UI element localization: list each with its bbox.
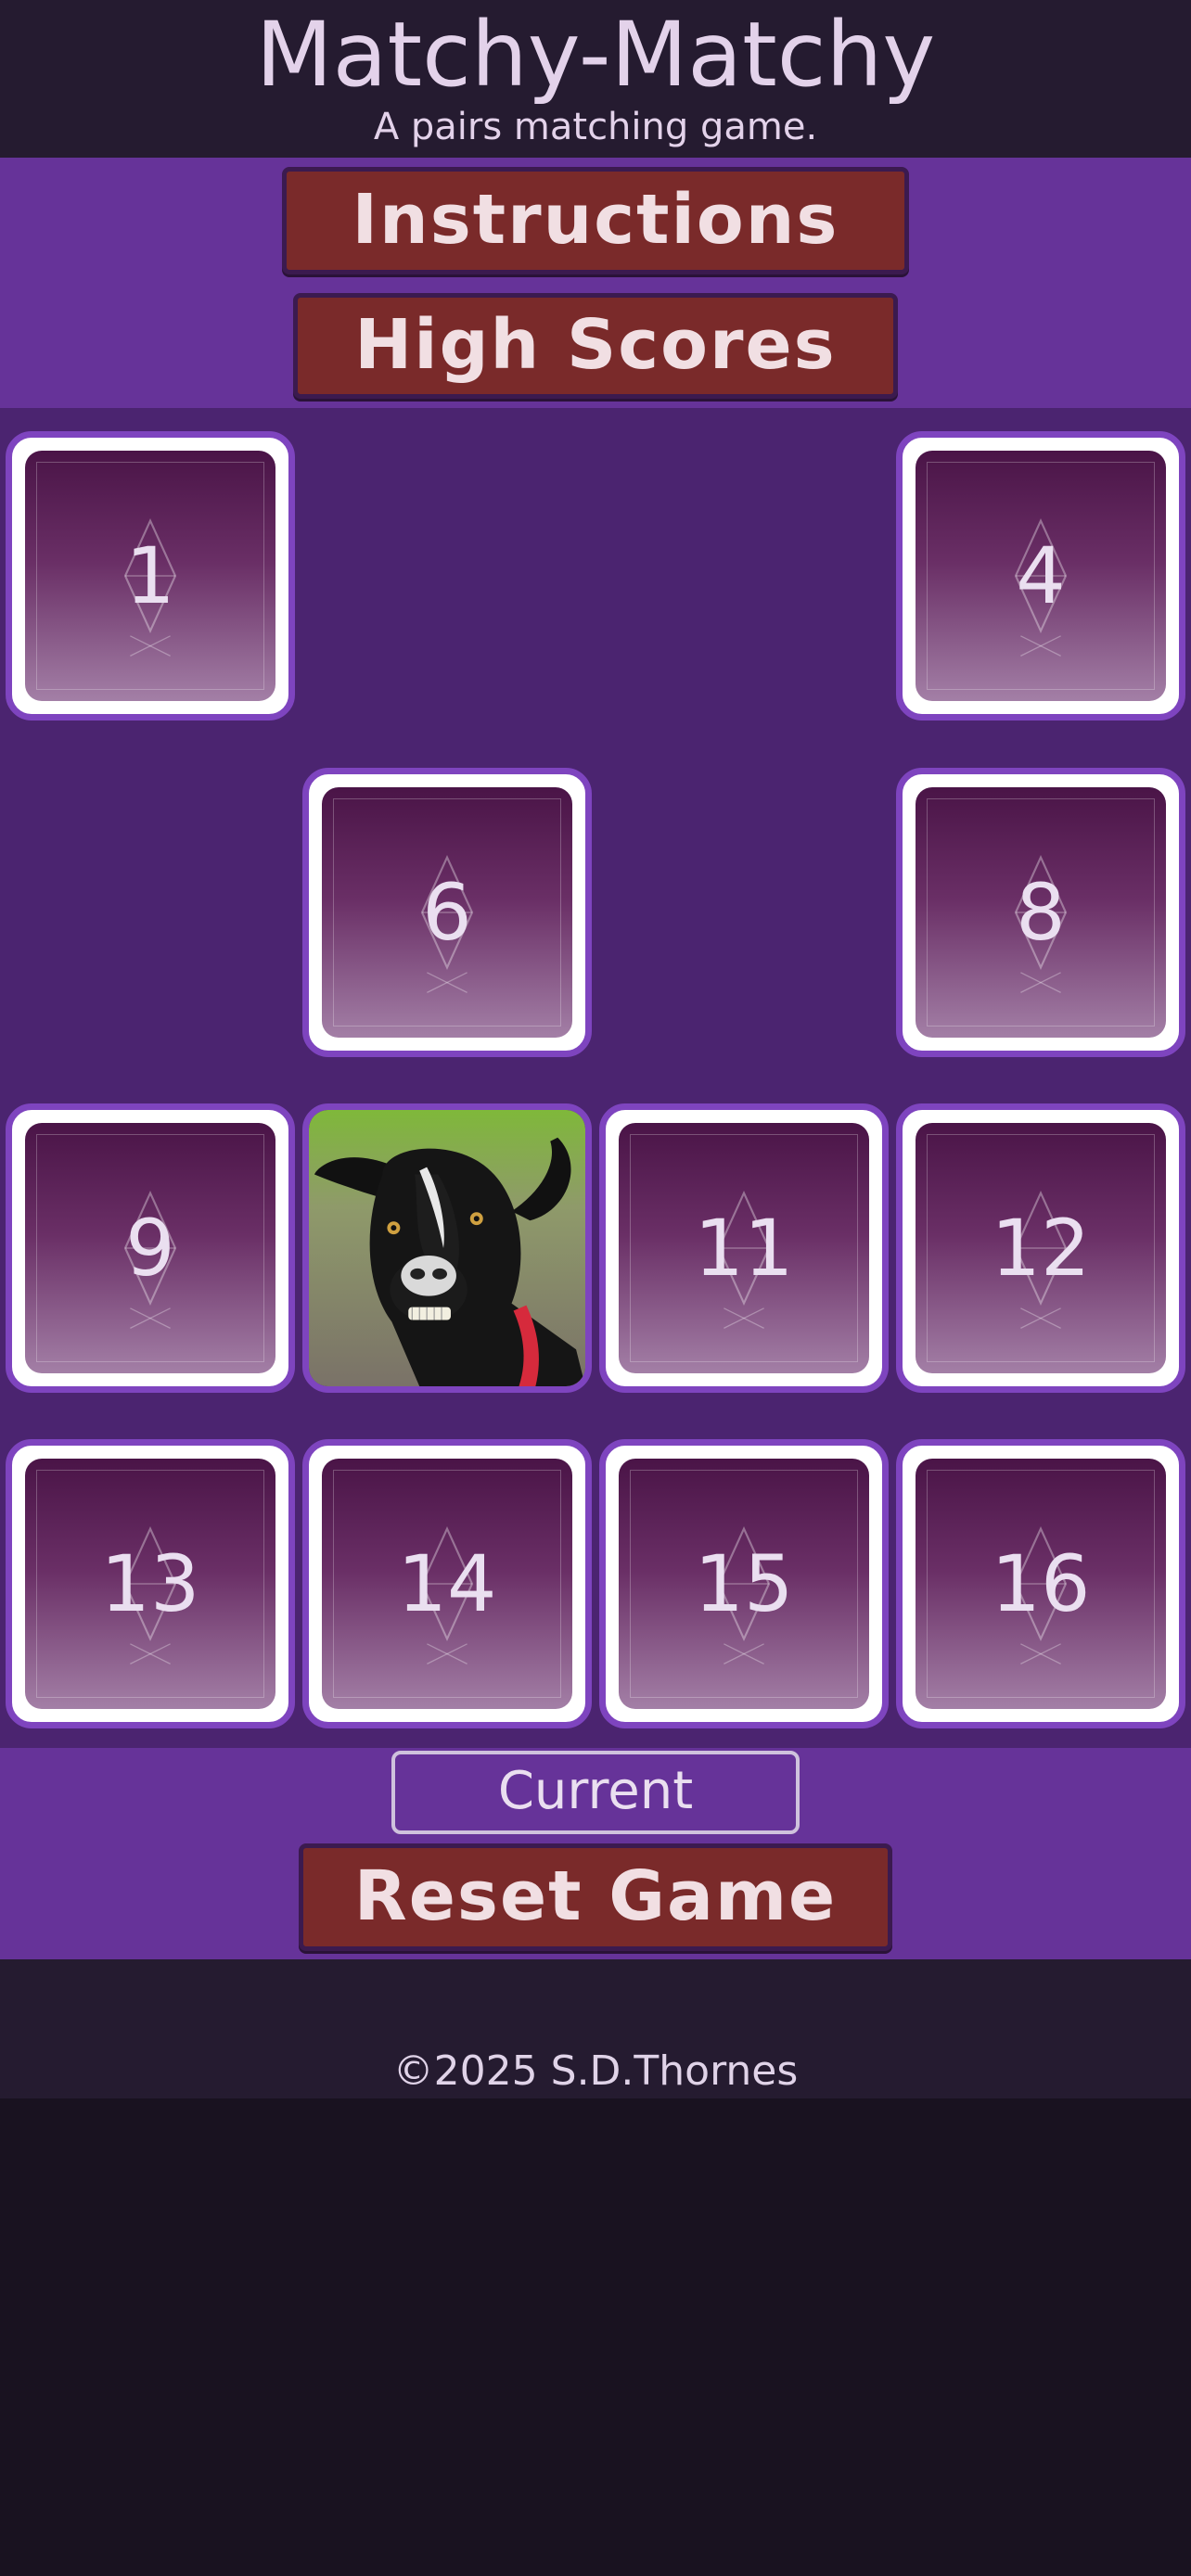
card-number: 14 — [397, 1538, 497, 1629]
card-back: 12 — [916, 1123, 1166, 1373]
card-number: 9 — [125, 1203, 175, 1294]
current-score: Current score:9 — [391, 1751, 800, 1895]
card-1[interactable]: 1 — [6, 431, 295, 721]
card-back: 15 — [619, 1459, 869, 1709]
card-6[interactable]: 6 — [302, 768, 592, 1057]
card-15[interactable]: 15 — [599, 1439, 889, 1728]
card-number: 1 — [125, 530, 175, 621]
card-back: 16 — [916, 1459, 1166, 1709]
page-title: Matchy-Matchy — [255, 3, 936, 107]
card-number: 4 — [1016, 530, 1066, 621]
card-back: 13 — [25, 1459, 275, 1709]
card-back: 9 — [25, 1123, 275, 1373]
card-number: 11 — [694, 1203, 794, 1294]
card-13[interactable]: 13 — [6, 1439, 295, 1728]
reset-game-button[interactable]: Reset Game — [299, 1843, 892, 1951]
card-10-revealed[interactable] — [302, 1103, 592, 1393]
card-back: 11 — [619, 1123, 869, 1373]
card-back: 8 — [916, 787, 1166, 1038]
card-number: 6 — [422, 867, 472, 958]
card-8[interactable]: 8 — [896, 768, 1185, 1057]
copyright-text: ©2025 S.D.Thornes — [392, 2047, 799, 2095]
goat-image — [309, 1110, 585, 1386]
card-4[interactable]: 4 — [896, 431, 1185, 721]
card-number: 16 — [991, 1538, 1091, 1629]
card-11[interactable]: 11 — [599, 1103, 889, 1393]
instructions-button[interactable]: Instructions — [282, 167, 909, 274]
page-subtitle: A pairs matching game. — [373, 106, 818, 148]
card-number: 8 — [1016, 867, 1066, 958]
card-back: 4 — [916, 451, 1166, 701]
card-number: 15 — [694, 1538, 794, 1629]
card-14[interactable]: 14 — [302, 1439, 592, 1728]
high-scores-button[interactable]: High Scores — [293, 293, 898, 399]
card-back: 14 — [322, 1459, 572, 1709]
card-back: 1 — [25, 451, 275, 701]
card-number: 12 — [991, 1203, 1091, 1294]
card-number: 13 — [100, 1538, 200, 1629]
card-back: 6 — [322, 787, 572, 1038]
card-12[interactable]: 12 — [896, 1103, 1185, 1393]
card-9[interactable]: 9 — [6, 1103, 295, 1393]
goat-photo — [309, 1110, 585, 1386]
page-header: Matchy-Matchy A pairs matching game. — [0, 0, 1191, 158]
card-16[interactable]: 16 — [896, 1439, 1185, 1728]
